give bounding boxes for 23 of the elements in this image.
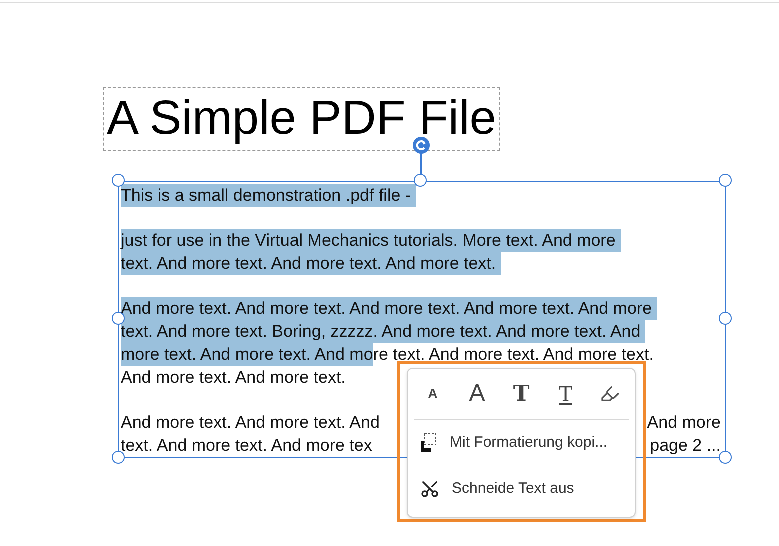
large-font-button[interactable]: A bbox=[460, 377, 494, 411]
rotate-icon[interactable] bbox=[413, 137, 430, 154]
resize-handle[interactable] bbox=[719, 312, 732, 325]
resize-handle[interactable] bbox=[719, 451, 732, 464]
resize-handle[interactable] bbox=[112, 451, 125, 464]
menu-item[interactable]: Schneide Text aus bbox=[414, 466, 629, 512]
document-title: A Simple PDF File bbox=[107, 95, 496, 143]
text-line: page 2 ... bbox=[650, 435, 722, 457]
underline-button[interactable]: T bbox=[548, 377, 583, 411]
small-font-button[interactable]: A bbox=[416, 377, 450, 411]
text-line: And more text. And more text. And bbox=[121, 412, 380, 434]
resize-handle[interactable] bbox=[719, 174, 732, 187]
highlighter-icon bbox=[600, 384, 620, 404]
resize-handle[interactable] bbox=[112, 174, 125, 187]
bold-button[interactable]: T bbox=[504, 377, 538, 411]
scissors-icon bbox=[420, 479, 440, 499]
text-line: text. And more text. And more tex bbox=[121, 435, 372, 457]
text-line: And more bbox=[647, 412, 722, 434]
resize-handle[interactable] bbox=[414, 174, 427, 187]
text-line: re text. And more text. And more text. bbox=[373, 344, 654, 366]
copy-format-icon bbox=[420, 433, 438, 453]
text-line: And more text. And more text. bbox=[121, 367, 346, 389]
menu-item[interactable]: Mit Formatierung kopi... bbox=[414, 420, 629, 466]
